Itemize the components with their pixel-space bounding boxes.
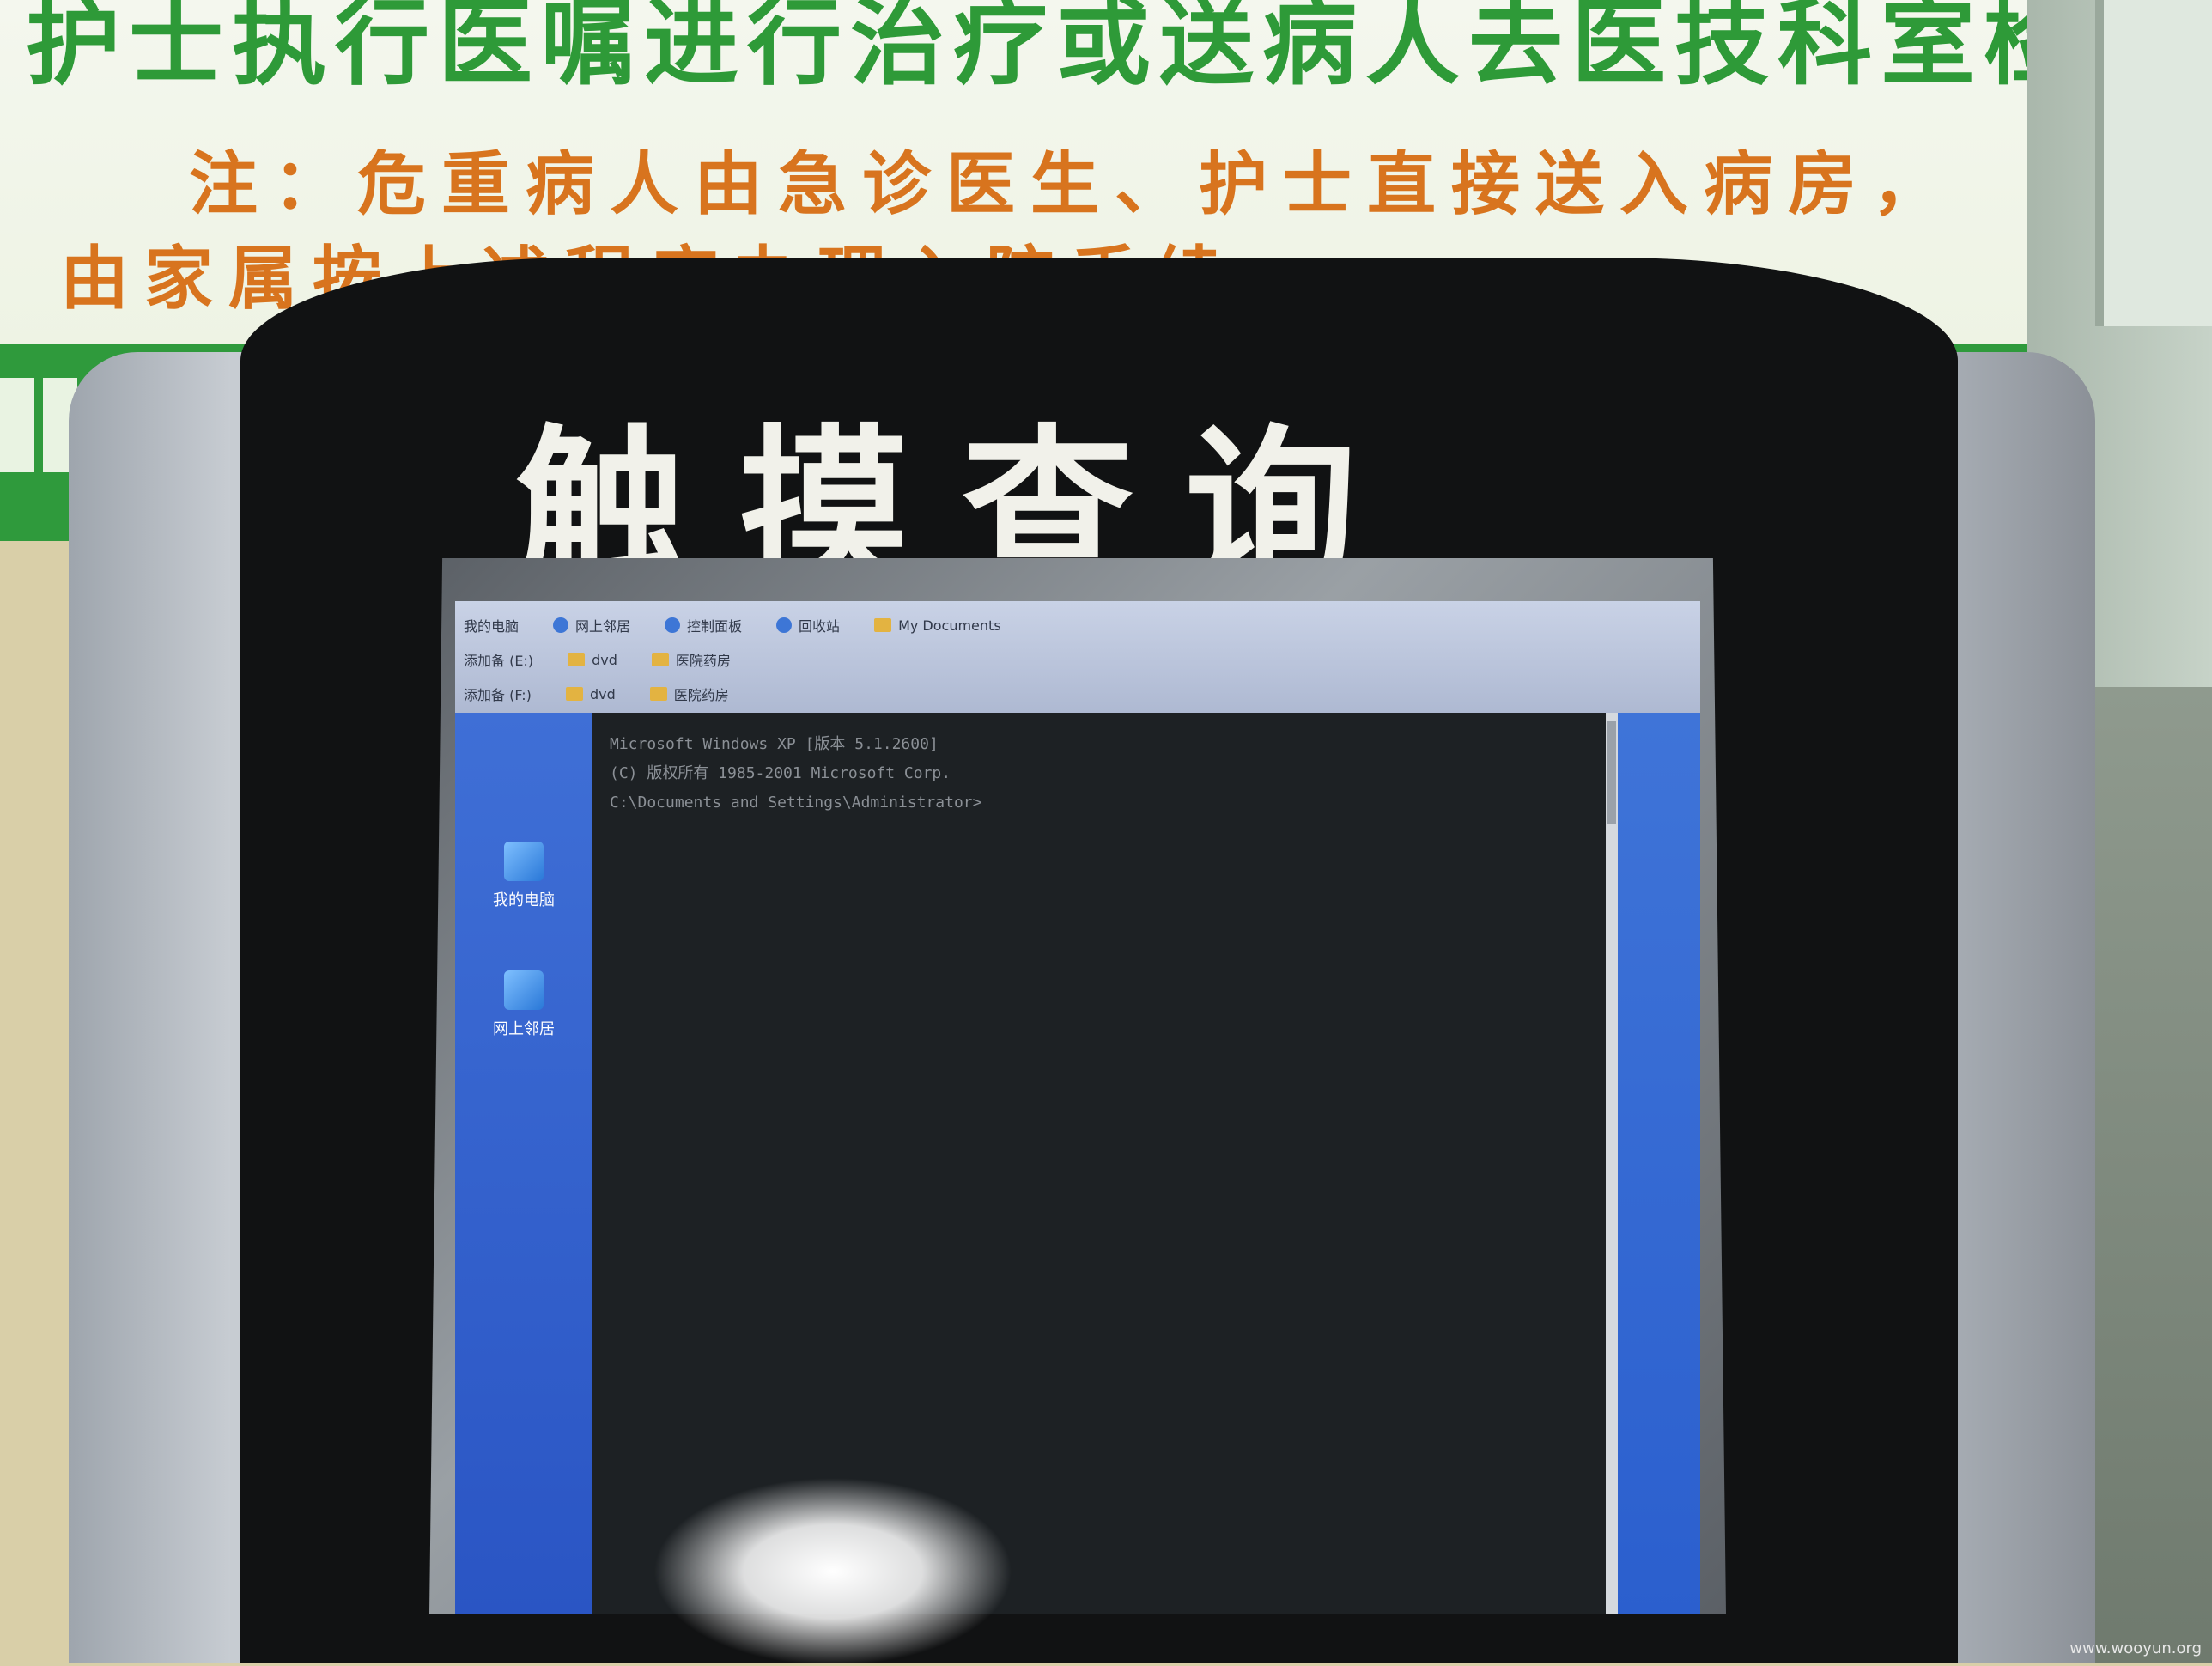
poster-heading: 护士执行医嘱进行治疗或送病人去医技科室检查 xyxy=(26,0,2190,98)
toolbar-item-my-computer[interactable]: 我的电脑 xyxy=(464,615,519,635)
folder-icon xyxy=(565,687,583,701)
console-output: Microsoft Windows XP [版本 5.1.2600] (C) 版权… xyxy=(610,735,982,812)
folder-icon xyxy=(874,618,892,632)
globe-icon xyxy=(553,617,569,633)
toolbar-item-dvd[interactable]: dvd xyxy=(568,652,617,668)
kiosk-screen: 我的电脑 网上邻居 控制面板 回收站 My Documents 添加备 (E:)… xyxy=(455,601,1700,1614)
recycle-bin-icon xyxy=(776,617,793,633)
desktop-toolbar: 我的电脑 网上邻居 控制面板 回收站 My Documents 添加备 (E:)… xyxy=(455,601,1700,716)
toolbar-item-dvd[interactable]: dvd xyxy=(565,686,616,702)
watermark: www.wooyun.org xyxy=(2069,1639,2202,1657)
toolbar-row: 添加备 (F:) dvd 医院药房 xyxy=(464,678,729,709)
scroll-thumb[interactable] xyxy=(1607,721,1616,824)
folder-icon xyxy=(568,653,586,666)
door-frame xyxy=(2095,0,2212,326)
settings-icon xyxy=(665,617,681,633)
folder-icon xyxy=(651,653,669,666)
desktop-icon-my-computer[interactable]: 我的电脑 xyxy=(481,842,567,910)
toolbar-item-pharmacy[interactable]: 医院药房 xyxy=(651,649,731,670)
toolbar-row: 我的电脑 网上邻居 控制面板 回收站 My Documents xyxy=(464,610,1001,641)
console-scrollbar[interactable] xyxy=(1606,713,1618,1614)
toolbar-row: 添加备 (E:) dvd 医院药房 xyxy=(464,644,731,675)
desktop-background-right xyxy=(1606,713,1700,1614)
toolbar-item-pharmacy[interactable]: 医院药房 xyxy=(649,684,729,704)
toolbar-item-drive-f[interactable]: 添加备 (F:) xyxy=(464,684,532,704)
desktop-background: 我的电脑 网上邻居 xyxy=(455,713,592,1614)
computer-icon xyxy=(504,842,544,881)
screen-glare xyxy=(653,1477,1013,1666)
toolbar-item-drive-e[interactable]: 添加备 (E:) xyxy=(464,649,533,670)
poster-note-line1: 注：危重病人由急诊医生、护士直接送入病房， xyxy=(189,144,1956,224)
folder-icon xyxy=(649,687,667,701)
toolbar-item-my-documents[interactable]: My Documents xyxy=(874,617,1001,634)
desktop-icon-network[interactable]: 网上邻居 xyxy=(481,970,567,1039)
toolbar-item-recycle-bin[interactable]: 回收站 xyxy=(776,615,840,635)
network-icon xyxy=(504,970,544,1010)
toolbar-item-network[interactable]: 网上邻居 xyxy=(553,615,630,635)
toolbar-item-control-panel[interactable]: 控制面板 xyxy=(665,615,742,635)
